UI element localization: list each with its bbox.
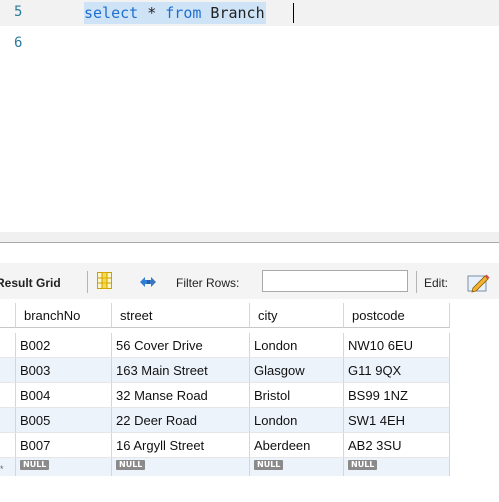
sql-keyword-select: select bbox=[84, 4, 139, 22]
sql-statement[interactable]: select * from Branch bbox=[84, 2, 266, 24]
cell-street[interactable]: 32 Manse Road bbox=[112, 383, 250, 408]
row-selector[interactable] bbox=[0, 383, 16, 408]
cell-street[interactable]: 56 Cover Drive bbox=[112, 333, 250, 358]
cell-branchno[interactable]: B003 bbox=[16, 358, 112, 383]
result-toolbar: Result Grid Filter Rows: Edit: bbox=[0, 263, 499, 299]
row-selector-header[interactable] bbox=[0, 303, 16, 328]
cell-branchno[interactable]: B007 bbox=[16, 433, 112, 458]
cell-street[interactable]: 163 Main Street bbox=[112, 358, 250, 383]
null-badge: NULL bbox=[116, 460, 146, 470]
cell-branchno[interactable]: B005 bbox=[16, 408, 112, 433]
sql-symbol: * bbox=[138, 4, 166, 22]
null-cell[interactable]: NULL bbox=[16, 458, 112, 476]
cell-city[interactable]: Glasgow bbox=[250, 358, 344, 383]
null-badge: NULL bbox=[254, 460, 284, 470]
null-cell[interactable]: NULL bbox=[344, 458, 450, 476]
new-row[interactable]: * NULL NULL NULL NULL bbox=[0, 458, 499, 476]
line-number: 5 bbox=[14, 4, 23, 20]
panel-splitter[interactable] bbox=[0, 232, 499, 243]
column-header-street[interactable]: street bbox=[112, 303, 250, 328]
table-row[interactable]: B002 56 Cover Drive London NW10 6EU bbox=[0, 333, 499, 358]
table-row[interactable]: B003 163 Main Street Glasgow G11 9QX bbox=[0, 358, 499, 383]
cell-city[interactable]: London bbox=[250, 408, 344, 433]
table-row[interactable]: B007 16 Argyll Street Aberdeen AB2 3SU bbox=[0, 433, 499, 458]
null-cell[interactable]: NULL bbox=[250, 458, 344, 476]
row-selector[interactable] bbox=[0, 333, 16, 358]
column-header-city[interactable]: city bbox=[250, 303, 344, 328]
null-badge: NULL bbox=[20, 460, 50, 470]
filter-rows-label: Filter Rows: bbox=[176, 276, 240, 290]
cell-postcode[interactable]: SW1 4EH bbox=[344, 408, 450, 433]
filter-rows-input[interactable] bbox=[262, 270, 408, 292]
cell-branchno[interactable]: B002 bbox=[16, 333, 112, 358]
table-row[interactable]: B004 32 Manse Road Bristol BS99 1NZ bbox=[0, 383, 499, 408]
result-grid-tab[interactable]: Result Grid bbox=[0, 276, 61, 290]
new-row-marker: * bbox=[0, 464, 4, 474]
grid-layout-icon[interactable] bbox=[97, 272, 112, 289]
sql-keyword-from: from bbox=[165, 4, 202, 22]
cell-postcode[interactable]: AB2 3SU bbox=[344, 433, 450, 458]
row-selector[interactable] bbox=[0, 408, 16, 433]
grid-header-row: branchNo street city postcode bbox=[0, 303, 499, 328]
cell-city[interactable]: Bristol bbox=[250, 383, 344, 408]
null-badge: NULL bbox=[348, 460, 378, 470]
cell-branchno[interactable]: B004 bbox=[16, 383, 112, 408]
row-selector[interactable] bbox=[0, 358, 16, 383]
row-selector[interactable] bbox=[0, 433, 16, 458]
table-row[interactable]: B005 22 Deer Road London SW1 4EH bbox=[0, 408, 499, 433]
cell-postcode[interactable]: NW10 6EU bbox=[344, 333, 450, 358]
toolbar-separator bbox=[416, 271, 417, 293]
cell-street[interactable]: 22 Deer Road bbox=[112, 408, 250, 433]
refresh-icon[interactable] bbox=[138, 275, 158, 289]
cell-city[interactable]: Aberdeen bbox=[250, 433, 344, 458]
line-number: 6 bbox=[14, 35, 23, 51]
toolbar-separator bbox=[87, 271, 88, 293]
edit-pencil-icon[interactable] bbox=[467, 273, 491, 293]
column-header-branchno[interactable]: branchNo bbox=[16, 303, 112, 328]
null-cell[interactable]: NULL bbox=[112, 458, 250, 476]
cell-postcode[interactable]: BS99 1NZ bbox=[344, 383, 450, 408]
editor-line[interactable]: 6 bbox=[0, 31, 499, 57]
text-caret bbox=[293, 3, 294, 23]
sql-table-name: Branch bbox=[201, 4, 265, 22]
edit-label: Edit: bbox=[424, 276, 449, 290]
workbench-panel: 5 select * from Branch 6 Result Grid Fil… bbox=[0, 0, 499, 502]
cell-street[interactable]: 16 Argyll Street bbox=[112, 433, 250, 458]
cell-city[interactable]: London bbox=[250, 333, 344, 358]
row-selector[interactable]: * bbox=[0, 458, 16, 476]
cell-postcode[interactable]: G11 9QX bbox=[344, 358, 450, 383]
column-header-postcode[interactable]: postcode bbox=[344, 303, 450, 328]
sql-editor[interactable]: 5 select * from Branch 6 bbox=[0, 0, 499, 232]
editor-line[interactable]: 5 select * from Branch bbox=[0, 0, 499, 26]
